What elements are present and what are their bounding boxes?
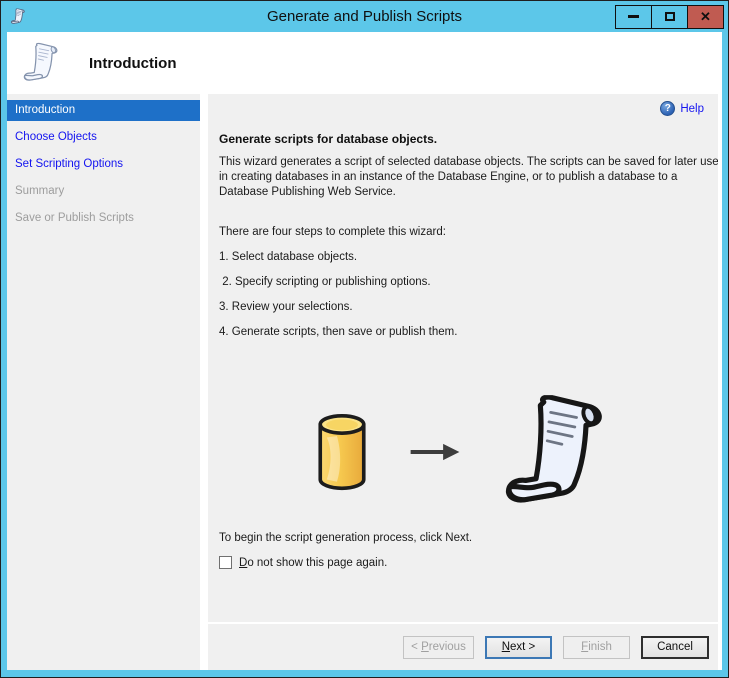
help-row: ? Help — [219, 100, 704, 117]
step-3: 3. Review your selections. — [219, 301, 353, 313]
sidebar-item-choose-objects[interactable]: Choose Objects — [7, 127, 200, 148]
step-4: 4. Generate scripts, then save or publis… — [219, 326, 458, 338]
do-not-show-label[interactable]: Do not show this page again. — [239, 557, 387, 569]
steps-intro: There are four steps to complete this wi… — [219, 226, 446, 238]
close-icon: ✕ — [700, 9, 711, 24]
sidebar-item-save-or-publish: Save or Publish Scripts — [15, 212, 134, 224]
minimize-icon — [628, 15, 639, 18]
wizard-window: Generate and Publish Scripts ✕ Introduct… — [0, 0, 729, 678]
script-scroll-icon — [499, 395, 611, 509]
sidebar-item-summary: Summary — [15, 185, 65, 197]
close-button[interactable]: ✕ — [687, 4, 724, 29]
database-icon — [317, 413, 366, 491]
step-2: 2. Specify scripting or publishing optio… — [219, 276, 431, 288]
content-column: ? Help Generate scripts for database obj… — [208, 94, 718, 670]
window-controls: ✕ — [615, 4, 724, 29]
do-not-show-row: Do not show this page again. — [219, 556, 704, 569]
next-button[interactable]: Next > — [485, 635, 552, 659]
titlebar: Generate and Publish Scripts ✕ — [1, 1, 728, 32]
previous-button: < Previous — [403, 635, 474, 659]
content-heading: Generate scripts for database objects. — [219, 132, 438, 146]
page-header: Introduction — [7, 32, 722, 94]
page-title: Introduction — [89, 54, 177, 72]
wizard-steps-sidebar: Introduction Choose Objects Set Scriptin… — [7, 94, 200, 670]
wizard-button-bar: < Previous Next > Finish Cancel — [208, 624, 718, 670]
content-panel: ? Help Generate scripts for database obj… — [208, 94, 718, 622]
script-generation-graphic — [219, 382, 704, 522]
help-link[interactable]: Help — [680, 103, 704, 115]
begin-instruction: To begin the script generation process, … — [219, 532, 473, 544]
sidebar-item-introduction[interactable]: Introduction — [7, 100, 200, 121]
finish-button: Finish — [563, 635, 630, 659]
arrow-right-icon — [410, 443, 459, 461]
help-icon[interactable]: ? — [660, 101, 676, 116]
do-not-show-checkbox[interactable] — [219, 556, 232, 569]
maximize-button[interactable] — [651, 4, 688, 29]
app-scroll-icon — [10, 8, 26, 25]
cancel-button[interactable]: Cancel — [641, 635, 709, 659]
sidebar-item-set-scripting-options[interactable]: Set Scripting Options — [7, 154, 200, 175]
step-1: 1. Select database objects. — [219, 251, 358, 263]
client-area: Introduction Introduction Choose Objects… — [7, 32, 722, 670]
maximize-icon — [664, 12, 675, 21]
intro-paragraph: This wizard generates a script of select… — [219, 156, 718, 198]
header-scroll-icon — [21, 42, 61, 84]
wizard-body: Introduction Choose Objects Set Scriptin… — [7, 94, 722, 670]
minimize-button[interactable] — [615, 4, 652, 29]
